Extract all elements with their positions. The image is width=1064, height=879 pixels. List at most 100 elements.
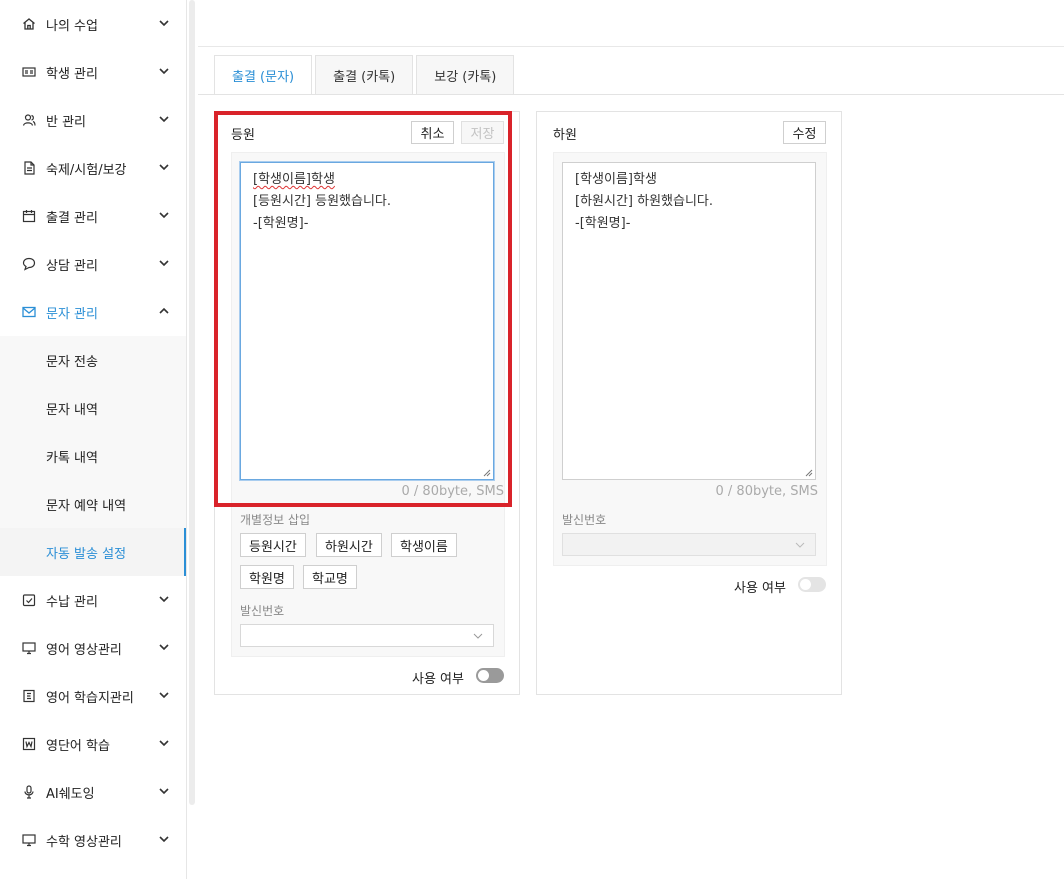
payment-check-icon [22, 593, 36, 607]
checkout-line-3: -[학원명]- [575, 216, 631, 231]
save-button[interactable]: 저장 [461, 121, 504, 144]
top-header [198, 0, 1064, 47]
insert-chip-student-name[interactable]: 학생이름 [391, 533, 457, 557]
use-toggle[interactable] [798, 577, 826, 592]
sidebar-item-english-worksheet[interactable]: 영어 학습지관리 [0, 672, 186, 720]
sidebar-subitem-sms-reservations[interactable]: 문자 예약 내역 [0, 480, 186, 528]
insert-chip-checkin-time[interactable]: 등원시간 [240, 533, 306, 557]
chevron-down-icon [159, 692, 169, 699]
checkout-line-2: [하원시간] 하원했습니다. [575, 194, 714, 209]
sidebar-item-counseling[interactable]: 상담 관리 [0, 240, 186, 288]
tab-bar: 출결 (문자) 출결 (카톡) 보강 (카톡) [214, 55, 517, 95]
worksheet-icon [22, 689, 36, 703]
cancel-button[interactable]: 취소 [411, 121, 454, 144]
sidebar-item-english-video[interactable]: 영어 영상관리 [0, 624, 186, 672]
sidebar-item-payments[interactable]: 수납 관리 [0, 576, 186, 624]
sidebar-item-label: 문자 관리 [46, 306, 98, 322]
use-toggle-label: 사용 여부 [412, 672, 464, 687]
chevron-up-icon [159, 307, 169, 314]
use-toggle-label: 사용 여부 [734, 581, 786, 596]
checkout-message-textarea[interactable]: [학생이름]학생 [하원시간] 하원했습니다. -[학원명]- [562, 162, 816, 480]
sidebar-item-label: 반 관리 [46, 114, 87, 130]
sidebar-item-label: 수납 관리 [46, 594, 98, 610]
sidebar-item-attendance[interactable]: 출결 관리 [0, 192, 186, 240]
chevron-down-icon [159, 644, 169, 651]
sidebar-item-homework[interactable]: 숙제/시험/보강 [0, 144, 186, 192]
chevron-down-icon [473, 633, 483, 639]
sidebar-item-math-video[interactable]: 수학 영상관리 [0, 816, 186, 864]
tab-attendance-sms[interactable]: 출결 (문자) [214, 55, 313, 95]
sidebar-subitem-auto-send-settings[interactable]: 자동 발송 설정 [0, 528, 186, 576]
chevron-down-icon [159, 836, 169, 843]
sidebar-item-label: 영어 학습지관리 [46, 690, 134, 706]
sidebar-item-label: 상담 관리 [46, 258, 98, 274]
toggle-knob [478, 670, 489, 681]
monitor-icon [22, 641, 36, 655]
sidebar-item-label: AI쉐도잉 [46, 786, 95, 802]
chevron-down-icon [159, 68, 169, 75]
tab-makeup-kakao[interactable]: 보강 (카톡) [416, 55, 515, 95]
sidebar: 나의 수업 학생 관리 반 관리 숙제/시험/보강 출결 관리 상담 관리 문자… [0, 0, 187, 879]
insert-chip-checkout-time[interactable]: 하원시간 [316, 533, 382, 557]
vocab-icon [22, 737, 36, 751]
users-icon [22, 113, 36, 127]
chevron-down-icon [159, 740, 169, 747]
chevron-down-icon [159, 260, 169, 267]
insert-fields-label: 개별정보 삽입 [240, 513, 311, 527]
sidebar-item-classes[interactable]: 반 관리 [0, 96, 186, 144]
tab-divider [198, 94, 1064, 95]
use-toggle[interactable] [476, 668, 504, 683]
resize-handle-icon[interactable] [805, 469, 813, 477]
sidebar-item-label: 영단어 학습 [46, 738, 110, 754]
sidebar-item-sms[interactable]: 문자 관리 [0, 288, 186, 336]
checkout-line-1: [학생이름]학생 [575, 172, 657, 187]
sidebar-subitem-kakao-history[interactable]: 카톡 내역 [0, 432, 186, 480]
checkout-panel: 하원 수정 [학생이름]학생 [하원시간] 하원했습니다. -[학원명]- 0 … [536, 111, 842, 695]
sidebar-item-label: 나의 수업 [46, 18, 98, 34]
toggle-knob [800, 579, 811, 590]
sender-number-select[interactable] [562, 533, 816, 556]
checkin-message-textarea[interactable]: [학생이름]학생 [등원시간] 등원했습니다. -[학원명]- [240, 162, 494, 480]
sidebar-item-label: 학생 관리 [46, 66, 98, 82]
sidebar-subitem-sms-history[interactable]: 문자 내역 [0, 384, 186, 432]
chevron-down-icon [159, 788, 169, 795]
microphone-icon [22, 785, 36, 799]
sidebar-item-students[interactable]: 학생 관리 [0, 48, 186, 96]
sidebar-item-label: 영어 영상관리 [46, 642, 122, 658]
sidebar-item-label: 숙제/시험/보강 [46, 162, 127, 178]
checkout-message-area: [학생이름]학생 [하원시간] 하원했습니다. -[학원명]- 0 / 80by… [553, 152, 827, 566]
checkin-byte-counter: 0 / 80byte, SMS [401, 484, 504, 499]
checkout-byte-counter: 0 / 80byte, SMS [715, 484, 818, 499]
checkin-panel: 등원 취소 저장 [학생이름]학생 [등원시간] 등원했습니다. -[학원명]-… [214, 111, 520, 695]
chevron-down-icon [159, 596, 169, 603]
monitor-icon [22, 833, 36, 847]
chat-icon [22, 257, 36, 271]
checkin-line-2: [등원시간] 등원했습니다. [253, 194, 392, 209]
calendar-icon [22, 209, 36, 223]
chevron-down-icon [159, 164, 169, 171]
sidebar-subitem-send-sms[interactable]: 문자 전송 [0, 336, 186, 384]
id-card-icon [22, 65, 36, 79]
mail-icon [22, 305, 36, 319]
sidebar-scrollbar[interactable] [189, 0, 195, 805]
sidebar-item-my-class[interactable]: 나의 수업 [0, 0, 186, 48]
checkin-message-area: [학생이름]학생 [등원시간] 등원했습니다. -[학원명]- 0 / 80by… [231, 152, 505, 657]
chevron-down-icon [159, 212, 169, 219]
checkout-title: 하원 [553, 128, 577, 143]
sidebar-item-label: 수학 영상관리 [46, 834, 122, 850]
edit-button[interactable]: 수정 [783, 121, 826, 144]
sender-number-select[interactable] [240, 624, 494, 647]
chevron-down-icon [159, 116, 169, 123]
resize-handle-icon[interactable] [483, 469, 491, 477]
tab-attendance-kakao[interactable]: 출결 (카톡) [315, 55, 414, 95]
sidebar-item-vocab[interactable]: 영단어 학습 [0, 720, 186, 768]
checkin-title: 등원 [231, 128, 255, 143]
sidebar-item-ai-shadowing[interactable]: AI쉐도잉 [0, 768, 186, 816]
checkin-line-3: -[학원명]- [253, 216, 309, 231]
document-icon [22, 161, 36, 175]
insert-chip-academy-name[interactable]: 학원명 [240, 565, 294, 589]
chevron-down-icon [795, 542, 805, 548]
insert-chip-school-name[interactable]: 학교명 [303, 565, 357, 589]
checkin-line-1: [학생이름]학생 [253, 172, 335, 187]
sidebar-item-label: 출결 관리 [46, 210, 98, 226]
